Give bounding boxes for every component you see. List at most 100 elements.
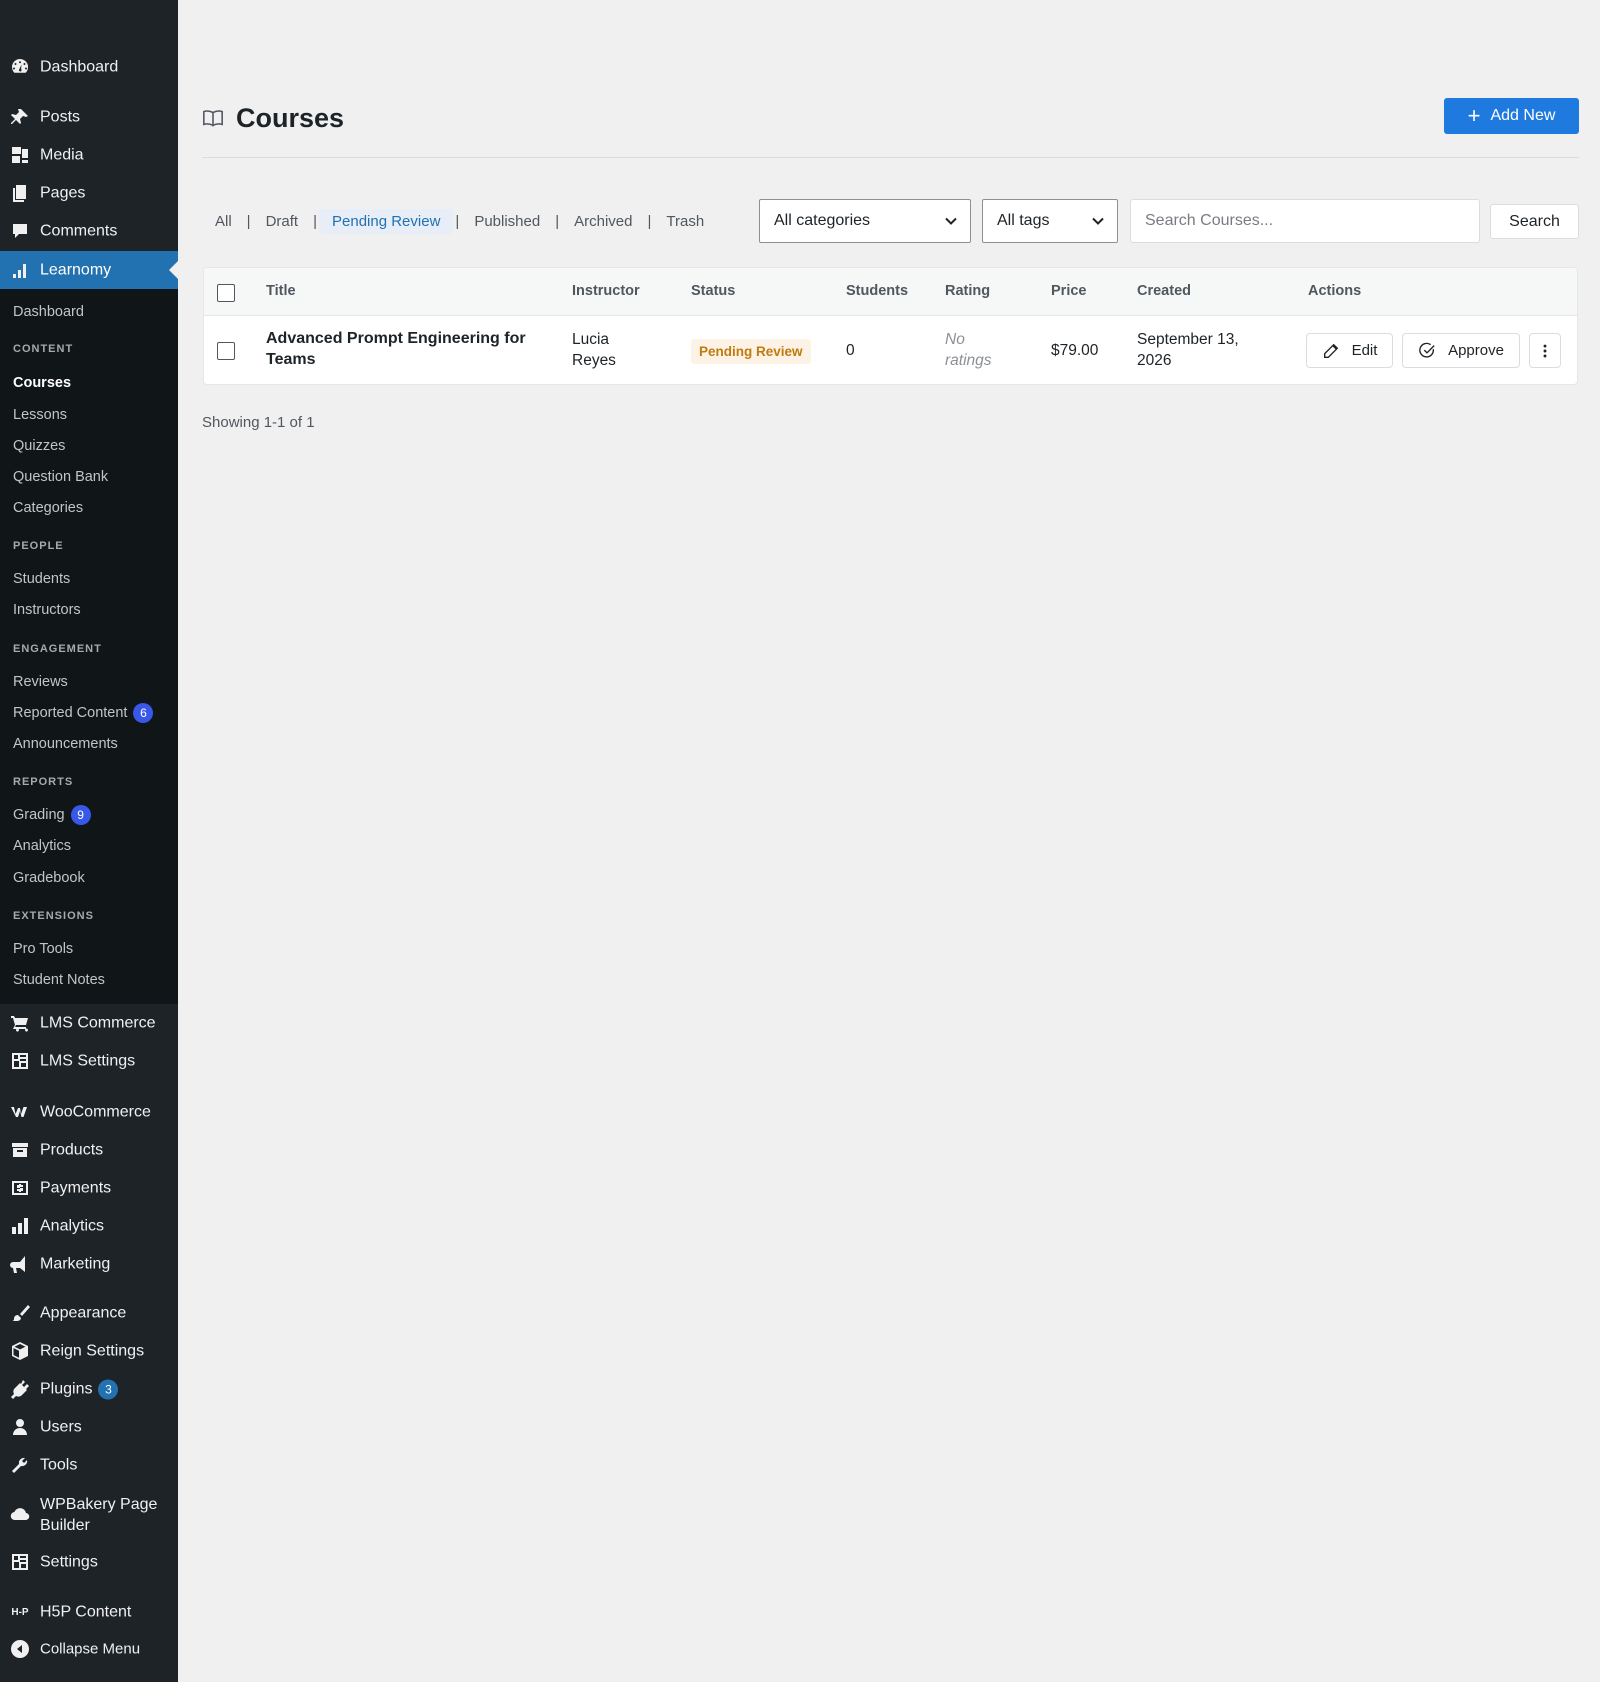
submenu-gradebook[interactable]: Gradebook	[13, 868, 85, 888]
submenu-announcements[interactable]: Announcements	[13, 734, 118, 754]
woo-icon	[10, 1102, 30, 1122]
menu-learnomy[interactable]: Learnomy	[0, 251, 178, 289]
settings-grid-icon	[10, 1051, 30, 1071]
tags-select[interactable]: All tags	[982, 199, 1118, 243]
filter-archived[interactable]: Archived	[561, 209, 645, 234]
submenu-lessons[interactable]: Lessons	[13, 405, 67, 425]
menu-settings[interactable]: Settings	[0, 1543, 178, 1581]
menu-tools[interactable]: Tools	[0, 1446, 178, 1484]
chevron-down-icon	[1092, 217, 1104, 225]
search-courses-input[interactable]	[1130, 199, 1480, 243]
menu-dashboard[interactable]: Dashboard	[0, 48, 178, 86]
menu-comments-label: Comments	[40, 222, 118, 240]
menu-appearance[interactable]: Appearance	[0, 1294, 178, 1332]
book-open-icon	[203, 110, 223, 127]
menu-learnomy-label: Learnomy	[40, 261, 112, 279]
filter-separator: |	[455, 212, 460, 230]
submenu-pro-tools[interactable]: Pro Tools	[13, 939, 73, 959]
menu-collapse[interactable]: Collapse Menu	[0, 1630, 178, 1668]
menu-reign-settings-label: Reign Settings	[40, 1342, 145, 1360]
col-actions: Actions	[1308, 283, 1362, 299]
menu-products[interactable]: Products	[0, 1131, 178, 1169]
submenu-heading-reports: REPORTS	[13, 776, 74, 788]
menu-dashboard-label: Dashboard	[40, 58, 119, 76]
menu-comments[interactable]: Comments	[0, 212, 178, 250]
instructor-line1: Lucia	[572, 331, 610, 348]
search-button[interactable]: Search	[1490, 204, 1579, 239]
submenu-reviews[interactable]: Reviews	[13, 672, 68, 692]
col-rating: Rating	[945, 283, 991, 299]
submenu-quizzes[interactable]: Quizzes	[13, 436, 65, 456]
dollar-icon	[10, 1178, 30, 1198]
submenu-student-notes[interactable]: Student Notes	[13, 970, 105, 990]
user-icon	[10, 1417, 30, 1437]
price-value: $79.00	[1051, 342, 1099, 359]
menu-payments[interactable]: Payments	[0, 1169, 178, 1207]
menu-lms-commerce[interactable]: LMS Commerce	[0, 1004, 178, 1042]
menu-users-label: Users	[40, 1418, 82, 1436]
submenu-heading-extensions: EXTENSIONS	[13, 910, 94, 922]
submenu-grading-label: Grading	[13, 807, 65, 823]
filter-trash[interactable]: Trash	[653, 209, 717, 234]
table-header: Title Instructor Status Students Rating …	[204, 268, 1577, 316]
status-filter-tabs: All | Draft | Pending Review | Published…	[202, 207, 717, 235]
menu-h5p[interactable]: H-P H5P Content	[0, 1593, 178, 1631]
add-new-button[interactable]: + Add New	[1444, 98, 1579, 134]
row-checkbox[interactable]	[217, 342, 235, 360]
menu-posts-label: Posts	[40, 108, 81, 126]
created-line2: 2026	[1137, 352, 1172, 369]
students-count: 0	[846, 342, 855, 359]
menu-woocommerce[interactable]: WooCommerce	[0, 1093, 178, 1131]
submenu-question-bank[interactable]: Question Bank	[13, 467, 108, 487]
submenu-dashboard[interactable]: Dashboard	[13, 302, 84, 322]
filter-published[interactable]: Published	[461, 209, 553, 234]
filter-separator: |	[313, 212, 317, 230]
menu-wpbakery[interactable]: WPBakery Page Builder	[0, 1490, 178, 1538]
approve-button[interactable]: Approve	[1402, 333, 1520, 368]
add-new-label: Add New	[1490, 107, 1556, 124]
submenu-instructors[interactable]: Instructors	[13, 600, 81, 620]
menu-media[interactable]: Media	[0, 136, 178, 174]
archive-box-icon	[10, 1140, 30, 1160]
submenu-courses[interactable]: Courses	[13, 373, 71, 393]
submenu-categories[interactable]: Categories	[13, 498, 83, 518]
submenu-reported-content[interactable]: Reported Content 6	[13, 703, 154, 724]
table-row: Advanced Prompt Engineering for Teams Lu…	[204, 316, 1577, 386]
plug-icon	[10, 1379, 30, 1399]
menu-users[interactable]: Users	[0, 1408, 178, 1446]
col-created[interactable]: Created	[1137, 283, 1191, 299]
pencil-icon	[1323, 343, 1338, 358]
categories-select-value: All categories	[774, 212, 871, 229]
submenu-grading[interactable]: Grading 9	[13, 805, 91, 826]
edit-button[interactable]: Edit	[1306, 333, 1393, 368]
submenu-analytics[interactable]: Analytics	[13, 836, 71, 856]
menu-plugins[interactable]: Plugins 3	[0, 1370, 178, 1408]
filter-all[interactable]: All	[202, 209, 245, 234]
filter-pending-review[interactable]: Pending Review	[319, 208, 454, 234]
menu-pages[interactable]: Pages	[0, 174, 178, 212]
more-actions-button[interactable]	[1529, 333, 1561, 368]
menu-reign-settings[interactable]: Reign Settings	[0, 1332, 178, 1370]
col-title[interactable]: Title	[266, 283, 296, 299]
menu-lms-settings-label: LMS Settings	[40, 1052, 136, 1070]
col-price[interactable]: Price	[1051, 283, 1086, 299]
menu-lms-settings[interactable]: LMS Settings	[0, 1042, 178, 1080]
filter-separator: |	[647, 212, 652, 230]
more-vertical-icon	[1543, 344, 1547, 357]
menu-pages-label: Pages	[40, 184, 86, 202]
submenu-heading-engagement: ENGAGEMENT	[13, 643, 102, 655]
menu-marketing[interactable]: Marketing	[0, 1245, 178, 1283]
h5p-icon: H-P	[11, 1606, 29, 1618]
course-title-link[interactable]: Advanced Prompt Engineering for Teams	[266, 328, 526, 370]
rating-line1: No	[945, 331, 965, 348]
menu-posts[interactable]: Posts	[0, 98, 178, 136]
wrench-icon	[10, 1455, 30, 1475]
submenu-students[interactable]: Students	[13, 569, 70, 589]
chevron-down-icon	[945, 217, 957, 225]
categories-select[interactable]: All categories	[759, 199, 971, 243]
menu-wpbakery-label: WPBakery Page Builder	[40, 1494, 157, 1536]
filter-draft[interactable]: Draft	[253, 209, 312, 234]
select-all-checkbox[interactable]	[217, 284, 235, 302]
menu-media-label: Media	[40, 146, 84, 164]
menu-analytics[interactable]: Analytics	[0, 1207, 178, 1245]
